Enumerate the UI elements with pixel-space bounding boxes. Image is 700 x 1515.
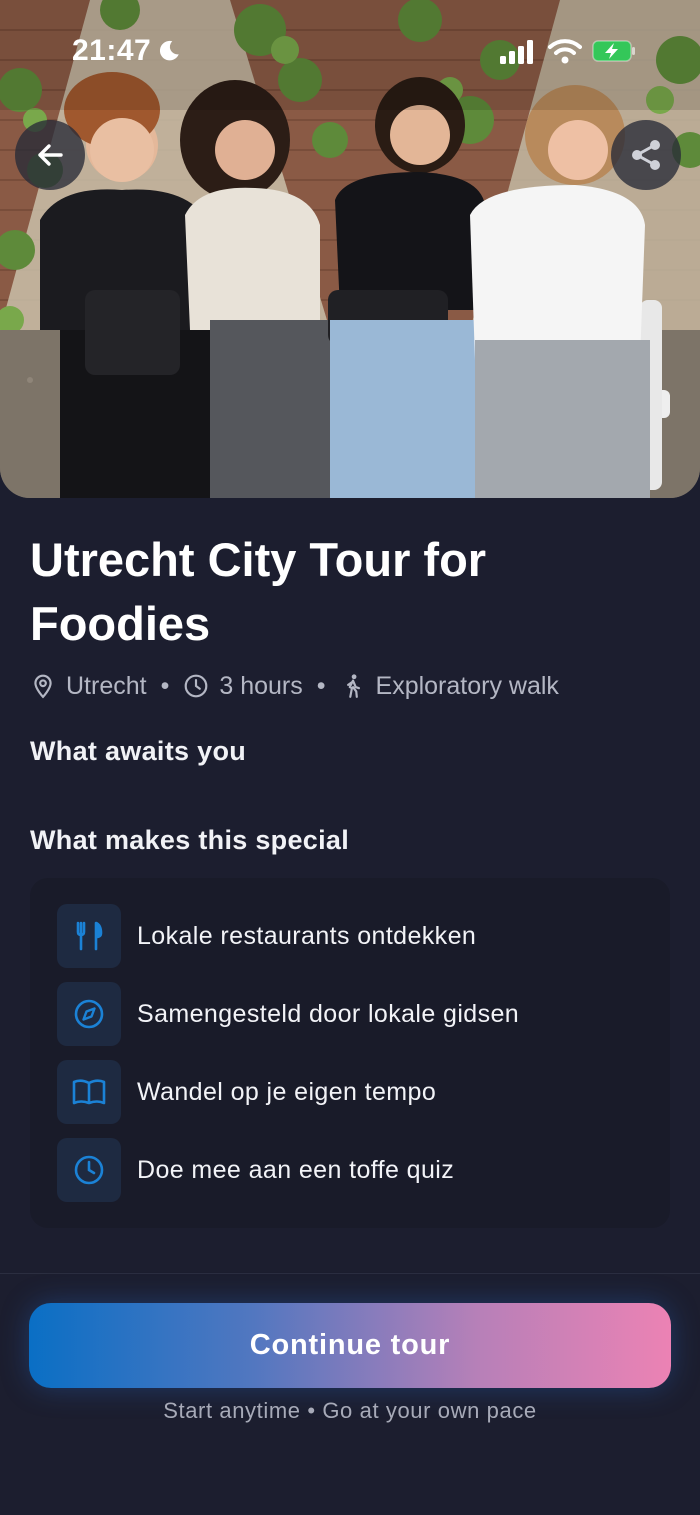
status-bar: 21:47 — [0, 0, 700, 100]
tour-type: Exploratory walk — [375, 671, 559, 700]
location-pin-icon — [34, 674, 52, 699]
arrow-left-icon — [38, 144, 63, 166]
feature-icon-box — [57, 904, 121, 968]
open-book-icon — [72, 1079, 106, 1105]
wifi-icon — [548, 39, 582, 64]
feature-label: Doe mee aan een toffe quiz — [137, 1155, 455, 1184]
back-button[interactable] — [15, 120, 85, 190]
features-card: Lokale restaurants ontdekken Samengestel… — [30, 878, 670, 1228]
feature-label: Wandel op je eigen tempo — [137, 1077, 437, 1106]
tour-meta: Utrecht • 3 hours • Exploratory walk — [30, 668, 559, 704]
feature-item: Lokale restaurants ontdekken — [57, 904, 647, 968]
feature-item: Doe mee aan een toffe quiz — [57, 1138, 647, 1202]
fork-knife-icon — [76, 921, 103, 951]
status-time: 21:47 — [72, 34, 152, 67]
section-heading-special: What makes this special — [30, 825, 350, 855]
footer-note: Start anytime • Go at your own pace — [163, 1398, 537, 1423]
feature-item: Wandel op je eigen tempo — [57, 1060, 647, 1124]
feature-label: Lokale restaurants ontdekken — [137, 921, 477, 950]
feature-item: Samengesteld door lokale gidsen — [57, 982, 647, 1046]
clock-icon — [184, 674, 208, 698]
tour-location: Utrecht — [66, 671, 147, 700]
moon-icon — [159, 40, 179, 61]
meta-separator: • — [160, 671, 170, 700]
feature-icon-box — [57, 982, 121, 1046]
compass-icon — [74, 999, 104, 1029]
section-heading-awaits: What awaits you — [30, 736, 247, 766]
share-icon — [632, 140, 660, 170]
share-button[interactable] — [611, 120, 681, 190]
walking-person-icon — [346, 674, 360, 698]
signal-icon — [500, 40, 533, 64]
meta-separator: • — [316, 671, 326, 700]
continue-tour-button[interactable]: Continue tour — [29, 1303, 671, 1388]
tour-duration: 3 hours — [219, 671, 303, 700]
feature-icon-box — [57, 1138, 121, 1202]
footer-divider — [0, 1273, 700, 1274]
tour-title: Utrecht City Tour for Foodies — [30, 533, 487, 650]
feature-label: Samengesteld door lokale gidsen — [137, 999, 520, 1028]
clock-icon — [74, 1155, 104, 1185]
feature-icon-box — [57, 1060, 121, 1124]
battery-charging-icon — [592, 40, 635, 62]
